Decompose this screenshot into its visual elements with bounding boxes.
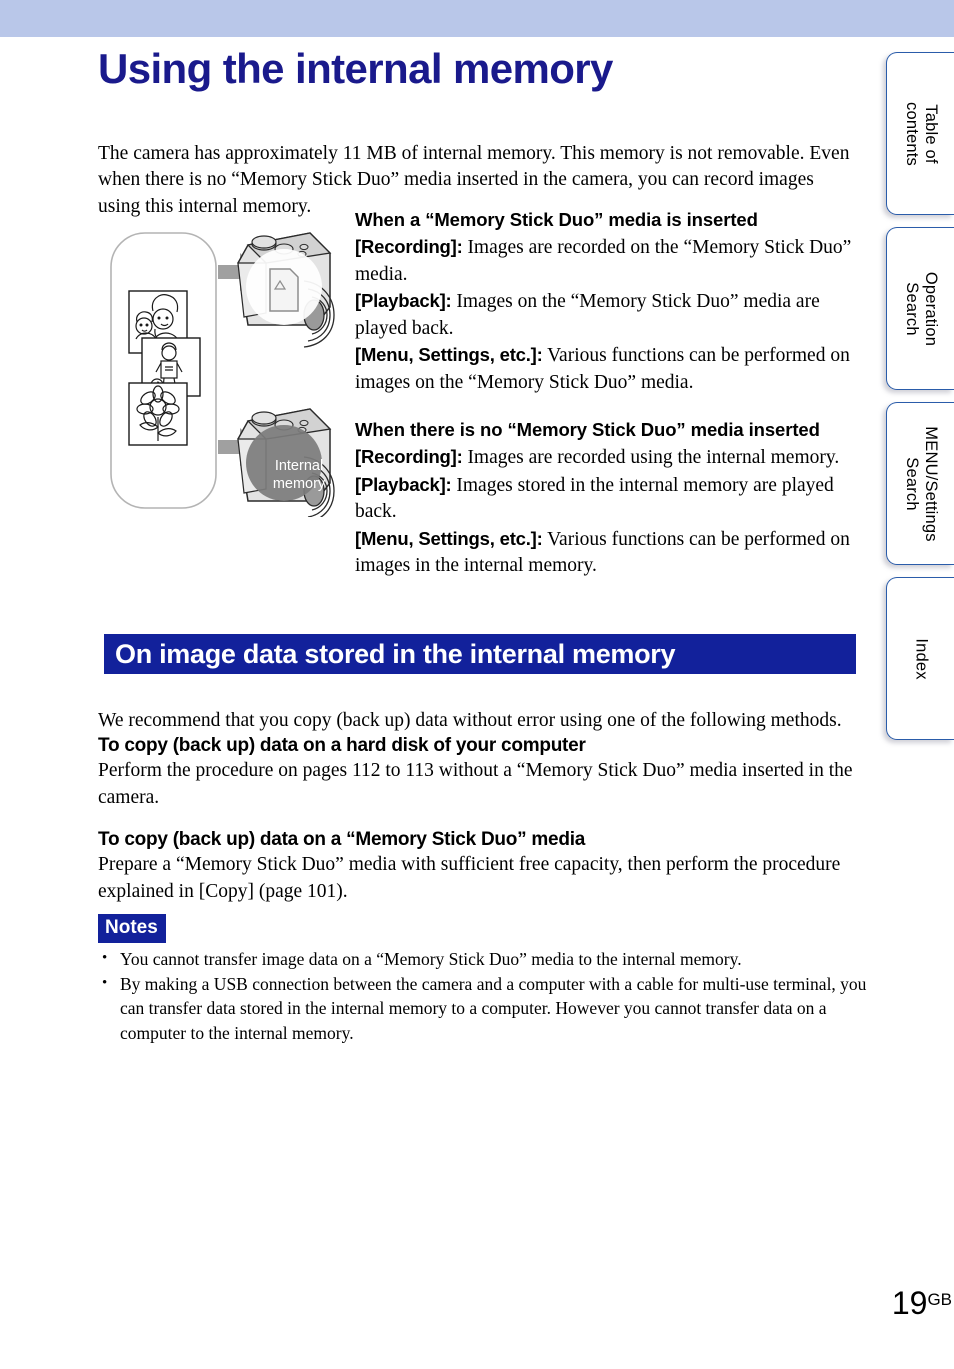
description-column: When a “Memory Stick Duo” media is inser… — [355, 207, 855, 580]
tab-label-operation-search: Operation Search — [902, 271, 940, 345]
tab-line1: Operation — [921, 271, 940, 346]
playback-line-inserted: [Playback]: Images on the “Memory Stick … — [355, 288, 855, 342]
menu-line-no-media: [Menu, Settings, etc.]: Various function… — [355, 526, 855, 580]
section-media-inserted: When a “Memory Stick Duo” media is inser… — [355, 207, 855, 396]
recording-text: Images are recorded using the internal m… — [462, 447, 840, 468]
page-number: 19GB — [96, 1285, 952, 1322]
sidebar-tab-operation-search[interactable]: Operation Search — [886, 227, 954, 390]
internal-memory-label-line2: memory — [272, 476, 326, 492]
note-item: By making a USB connection between the c… — [98, 971, 868, 1046]
copy-to-hard-disk-section: To copy (back up) data on a hard disk of… — [98, 733, 860, 811]
menu-label: [Menu, Settings, etc.]: — [355, 527, 543, 549]
page-title: Using the internal memory — [98, 45, 613, 92]
document-page: Table of contents Operation Search MENU/… — [0, 37, 954, 1369]
tab-line2: contents — [902, 101, 921, 166]
internal-memory-illustration: Internal memory — [106, 227, 356, 524]
note-item: You cannot transfer image data on a “Mem… — [98, 946, 868, 972]
tab-line1: Index — [912, 637, 930, 680]
tab-label-menu-settings-search: MENU/Settings Search — [902, 426, 940, 541]
page-number-value: 19 — [891, 1285, 928, 1321]
recording-label: [Recording]: — [355, 236, 463, 257]
sidebar-tab-table-of-contents[interactable]: Table of contents — [886, 52, 954, 215]
copy-memory-stick-body: Prepare a “Memory Stick Duo” media with … — [98, 854, 841, 902]
top-color-band — [0, 0, 954, 37]
notes-list: You cannot transfer image data on a “Mem… — [98, 946, 868, 1046]
notes-section: Notes You cannot transfer image data on … — [98, 914, 868, 1045]
copy-to-memory-stick-section: To copy (back up) data on a “Memory Stic… — [98, 827, 860, 905]
notes-badge: Notes — [98, 914, 166, 943]
recommendation-paragraph: We recommend that you copy (back up) dat… — [98, 709, 842, 731]
section-header-title: On image data stored in the internal mem… — [115, 639, 676, 669]
recording-line-inserted: [Recording]: Images are recorded on the … — [355, 234, 855, 288]
recording-label: [Recording]: — [355, 446, 463, 467]
tab-line1: MENU/Settings — [921, 425, 940, 542]
internal-memory-label: Internal memory — [260, 457, 338, 493]
playback-label: [Playback]: — [355, 290, 452, 311]
copy-hard-disk-body: Perform the procedure on pages 112 to 11… — [98, 760, 853, 808]
playback-line-no-media: [Playback]: Images stored in the interna… — [355, 472, 855, 526]
menu-label: [Menu, Settings, etc.]: — [355, 344, 543, 365]
section-no-media: When there is no “Memory Stick Duo” medi… — [355, 417, 855, 580]
sidebar-tab-index[interactable]: Index — [886, 577, 954, 740]
internal-memory-label-line1: Internal — [274, 458, 324, 474]
section-heading-no-media: When there is no “Memory Stick Duo” medi… — [355, 419, 820, 440]
tab-line2: Search — [902, 281, 921, 336]
tab-line1: Table of — [921, 103, 940, 164]
tab-label-table-of-contents: Table of contents — [902, 102, 940, 166]
tab-label-index: Index — [911, 638, 930, 679]
page-number-suffix: GB — [927, 1290, 952, 1309]
tab-line2: Search — [902, 456, 921, 511]
copy-hard-disk-heading: To copy (back up) data on a hard disk of… — [98, 735, 586, 756]
menu-line-inserted: [Menu, Settings, etc.]: Various function… — [355, 342, 855, 396]
recording-line-no-media: [Recording]: Images are recorded using t… — [355, 444, 855, 472]
playback-label: [Playback]: — [355, 473, 452, 495]
section-heading-media-inserted: When a “Memory Stick Duo” media is inser… — [355, 209, 758, 230]
sidebar-tab-menu-settings-search[interactable]: MENU/Settings Search — [886, 402, 954, 565]
copy-memory-stick-heading: To copy (back up) data on a “Memory Stic… — [98, 829, 586, 850]
section-header-bar: On image data stored in the internal mem… — [104, 634, 856, 674]
